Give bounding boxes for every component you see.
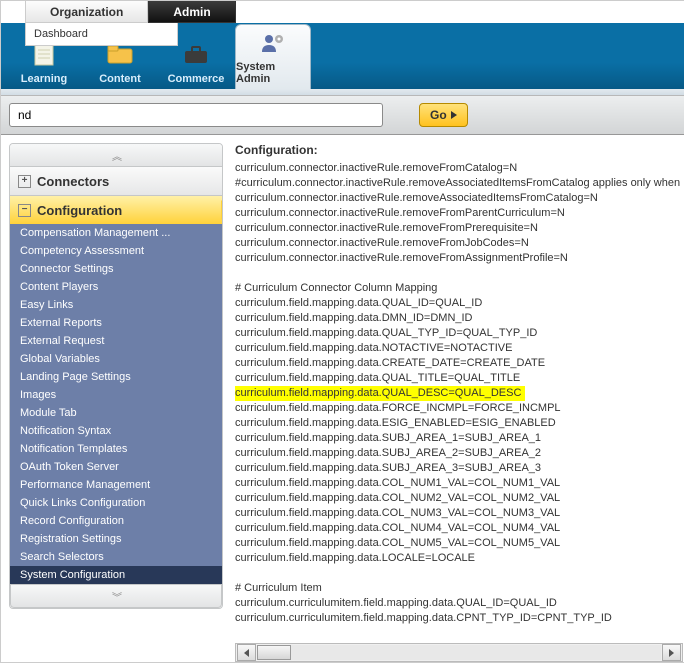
- accordion-collapse-bottom[interactable]: ︾: [10, 584, 222, 608]
- config-line: curriculum.field.mapping.data.CREATE_DAT…: [235, 356, 683, 371]
- sidebar-item[interactable]: Record Configuration: [10, 512, 222, 530]
- page-lines-icon: [30, 43, 58, 67]
- topmenu-organization-label: Organization: [50, 5, 123, 19]
- accordion-configuration[interactable]: − Configuration: [10, 195, 222, 224]
- accordion-configuration-label: Configuration: [37, 203, 122, 218]
- sidebar-item[interactable]: Global Variables: [10, 350, 222, 368]
- sidebar-item[interactable]: Search Selectors: [10, 548, 222, 566]
- sidebar-item[interactable]: Registration Settings: [10, 530, 222, 548]
- left-panel: ︽ + Connectors − Configuration Compensat…: [1, 135, 227, 663]
- topmenu-dropdown-label: Dashboard: [34, 28, 88, 40]
- chevron-down-icon: ︾: [112, 589, 120, 604]
- search-box[interactable]: [9, 103, 383, 127]
- ribbon-tab-system-admin[interactable]: System Admin: [235, 24, 311, 89]
- sidebar-item[interactable]: Compensation Management ...: [10, 224, 222, 242]
- config-line: curriculum.field.mapping.data.COL_NUM3_V…: [235, 506, 683, 521]
- config-line: [235, 266, 683, 281]
- sidebar-item[interactable]: Content Players: [10, 278, 222, 296]
- top-menu-bar: Organization Admin Dashboard: [1, 1, 684, 23]
- config-line: curriculum.field.mapping.data.COL_NUM1_V…: [235, 476, 683, 491]
- config-line: curriculum.connector.inactiveRule.remove…: [235, 161, 683, 176]
- content-panel: Configuration: curriculum.connector.inac…: [227, 135, 684, 663]
- sidebar-item[interactable]: Module Tab: [10, 404, 222, 422]
- config-line: curriculum.field.mapping.data.COL_NUM5_V…: [235, 536, 683, 551]
- config-line: # Curriculum Connector Column Mapping: [235, 281, 683, 296]
- accordion-connectors-label: Connectors: [37, 174, 109, 189]
- sidebar-item[interactable]: External Request: [10, 332, 222, 350]
- ribbon-tab-label: Commerce: [168, 73, 225, 85]
- sidebar-item[interactable]: External Reports: [10, 314, 222, 332]
- go-button[interactable]: Go: [419, 103, 468, 127]
- triangle-right-icon: [669, 649, 674, 657]
- topmenu-organization[interactable]: Organization: [25, 1, 148, 23]
- config-line: curriculum.curriculumitem.field.mapping.…: [235, 596, 683, 611]
- config-line: #curriculum.connector.inactiveRule.remov…: [235, 176, 683, 191]
- config-line: curriculum.connector.inactiveRule.remove…: [235, 251, 683, 266]
- config-line: curriculum.field.mapping.data.SUBJ_AREA_…: [235, 446, 683, 461]
- config-line: # Curriculum Item: [235, 581, 683, 596]
- config-line: curriculum.field.mapping.data.QUAL_TYP_I…: [235, 326, 683, 341]
- horizontal-scrollbar[interactable]: [235, 643, 683, 662]
- scroll-thumb[interactable]: [257, 645, 291, 660]
- scroll-right-button[interactable]: [662, 644, 681, 661]
- sidebar-item[interactable]: Quick Links Configuration: [10, 494, 222, 512]
- config-line: curriculum.field.mapping.data.NOTACTIVE=…: [235, 341, 683, 356]
- ribbon-tab-label: Content: [99, 73, 141, 85]
- sidebar-item[interactable]: Notification Syntax: [10, 422, 222, 440]
- config-line: curriculum.field.mapping.data.SUBJ_AREA_…: [235, 431, 683, 446]
- user-gear-icon: [259, 31, 287, 55]
- config-line: [235, 566, 683, 581]
- config-line: curriculum.connector.inactiveRule.remove…: [235, 206, 683, 221]
- content-title: Configuration:: [235, 143, 683, 157]
- config-line: curriculum.field.mapping.data.QUAL_TITLE…: [235, 371, 683, 386]
- chevron-up-icon: ︽: [112, 148, 120, 163]
- scroll-track[interactable]: [257, 645, 661, 660]
- sidebar-item[interactable]: Easy Links: [10, 296, 222, 314]
- accordion-collapse-top[interactable]: ︽: [10, 144, 222, 166]
- sidebar-item[interactable]: Images: [10, 386, 222, 404]
- sidebar-nav-list: Compensation Management ...Competency As…: [10, 224, 222, 584]
- ribbon-tab-label: Learning: [21, 73, 67, 85]
- search-input[interactable]: [16, 107, 376, 123]
- sidebar-item[interactable]: Landing Page Settings: [10, 368, 222, 386]
- minus-icon: −: [18, 204, 31, 217]
- config-line: curriculum.field.mapping.data.COL_NUM4_V…: [235, 521, 683, 536]
- go-button-label: Go: [430, 108, 447, 122]
- folder-icon: [106, 43, 134, 67]
- config-line: curriculum.field.mapping.data.COL_NUM2_V…: [235, 491, 683, 506]
- config-line: curriculum.connector.inactiveRule.remove…: [235, 236, 683, 251]
- triangle-left-icon: [244, 649, 249, 657]
- config-line: curriculum.field.mapping.data.QUAL_ID=QU…: [235, 296, 683, 311]
- config-line: curriculum.field.mapping.data.LOCALE=LOC…: [235, 551, 683, 566]
- topmenu-admin[interactable]: Admin: [148, 1, 235, 23]
- config-line: curriculum.connector.inactiveRule.remove…: [235, 191, 683, 206]
- plus-icon: +: [18, 175, 31, 188]
- config-line: curriculum.field.mapping.data.ESIG_ENABL…: [235, 416, 683, 431]
- sidebar-item[interactable]: OAuth Token Server: [10, 458, 222, 476]
- sidebar-item[interactable]: Connector Settings: [10, 260, 222, 278]
- config-line: curriculum.field.mapping.data.SUBJ_AREA_…: [235, 461, 683, 476]
- ribbon-tab-label: System Admin: [236, 61, 310, 85]
- arrow-right-icon: [451, 111, 457, 119]
- config-line: curriculum.curriculumitem.field.mapping.…: [235, 611, 683, 626]
- config-line: curriculum.field.mapping.data.FORCE_INCM…: [235, 401, 683, 416]
- search-bar: Go: [1, 95, 684, 135]
- topmenu-dropdown-item[interactable]: Dashboard: [25, 23, 178, 46]
- sidebar-item[interactable]: Competency Assessment: [10, 242, 222, 260]
- scroll-left-button[interactable]: [237, 644, 256, 661]
- accordion-connectors[interactable]: + Connectors: [10, 166, 222, 195]
- sidebar-item[interactable]: Performance Management: [10, 476, 222, 494]
- sidebar-item[interactable]: Notification Templates: [10, 440, 222, 458]
- topmenu-admin-label: Admin: [173, 5, 210, 19]
- sidebar-item[interactable]: System Configuration: [10, 566, 222, 584]
- config-line: curriculum.field.mapping.data.QUAL_DESC=…: [235, 386, 525, 401]
- config-line: curriculum.field.mapping.data.DMN_ID=DMN…: [235, 311, 683, 326]
- briefcase-icon: [182, 43, 210, 67]
- config-line: curriculum.connector.inactiveRule.remove…: [235, 221, 683, 236]
- configuration-text: curriculum.connector.inactiveRule.remove…: [235, 161, 683, 626]
